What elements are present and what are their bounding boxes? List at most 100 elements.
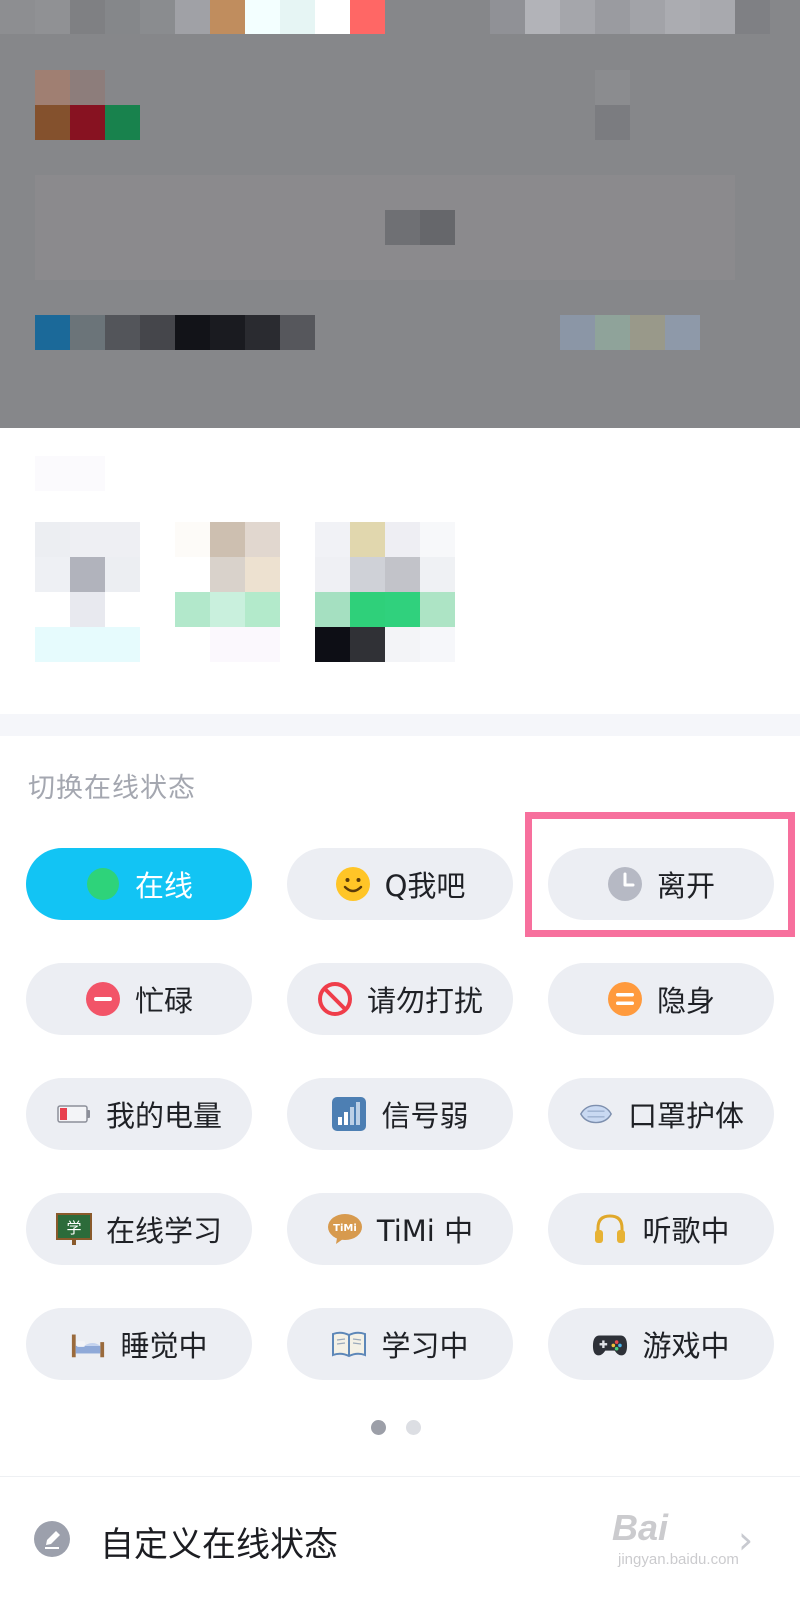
censored-block [315, 592, 350, 627]
censored-block [595, 315, 630, 350]
section-divider [0, 714, 800, 736]
status-chip-do-not-disturb[interactable]: 请勿打扰 [287, 963, 513, 1035]
status-chip-label: 口罩护体 [627, 1099, 744, 1133]
censored-block [560, 315, 595, 350]
status-chip-face-mask[interactable]: 口罩护体 [548, 1078, 774, 1150]
pager-dot[interactable] [406, 1420, 421, 1435]
minus-circle-icon [85, 981, 121, 1017]
status-chip-busy[interactable]: 忙碌 [26, 963, 252, 1035]
status-chip-online[interactable]: 在线 [26, 848, 252, 920]
censored-block [420, 557, 455, 592]
watermark-sub: jingyan.baidu.com [618, 1551, 739, 1568]
censored-block [350, 592, 385, 627]
headphones-icon [592, 1211, 628, 1247]
censored-block [560, 0, 595, 34]
bed-icon [70, 1326, 106, 1362]
status-chip-online-study[interactable]: 学 在线学习 [26, 1193, 252, 1265]
censored-block [210, 315, 245, 350]
censored-block [490, 0, 525, 34]
censored-avatar [105, 105, 140, 140]
censored-block [385, 627, 420, 662]
status-chip-label: 睡觉中 [120, 1329, 208, 1363]
status-chip-invisible[interactable]: 隐身 [548, 963, 774, 1035]
status-chip-label: 听歌中 [642, 1214, 730, 1248]
censored-block [420, 522, 455, 557]
censored-block [140, 315, 175, 350]
status-chip-label: 离开 [656, 869, 715, 903]
battery-icon [56, 1096, 92, 1132]
censored-block [595, 0, 630, 34]
status-chip-sleeping[interactable]: 睡觉中 [26, 1308, 252, 1380]
status-chip-label: 学习中 [381, 1329, 469, 1363]
censored-avatar [70, 70, 105, 105]
censored-block [385, 592, 420, 627]
face-mask-icon [578, 1096, 614, 1132]
censored-block [385, 210, 420, 245]
open-book-icon [331, 1326, 367, 1362]
censored-block [315, 522, 350, 557]
chevron-right-icon: › [738, 1518, 754, 1562]
hidden-circle-icon [607, 981, 643, 1017]
smiley-face-icon [335, 866, 371, 902]
status-chip-q-me[interactable]: Q我吧 [287, 848, 513, 920]
gamepad-icon [592, 1326, 628, 1362]
censored-block [105, 557, 140, 592]
status-chip-studying[interactable]: 学习中 [287, 1308, 513, 1380]
censored-block [35, 522, 70, 557]
pager-dot-active[interactable] [371, 1420, 386, 1435]
no-entry-icon [317, 981, 353, 1017]
dimmed-background [0, 0, 800, 428]
censored-block [420, 592, 455, 627]
censored-block [175, 522, 210, 557]
status-chip-label: TiMi 中 [376, 1214, 474, 1248]
status-chip-label: 在线 [134, 869, 193, 903]
status-chip-timi[interactable]: TiMi TiMi 中 [287, 1193, 513, 1265]
pencil-icon [34, 1521, 70, 1557]
custom-status-row[interactable]: 自定义在线状态 › Bai jingyan.baidu.com [0, 1477, 800, 1600]
censored-block [210, 627, 280, 662]
censored-block [665, 0, 700, 34]
censored-block [315, 627, 350, 662]
censored-block [280, 0, 315, 34]
censored-block [70, 0, 105, 34]
status-chip-label: 游戏中 [642, 1329, 730, 1363]
custom-status-label: 自定义在线状态 [100, 1525, 338, 1565]
censored-block [350, 522, 385, 557]
censored-block [35, 627, 140, 662]
censored-block [245, 315, 280, 350]
censored-block [35, 0, 70, 34]
status-chip-weak-signal[interactable]: 信号弱 [287, 1078, 513, 1150]
status-chip-label: 忙碌 [134, 984, 193, 1018]
censored-block [210, 557, 245, 592]
signal-bars-icon [331, 1096, 367, 1132]
status-chip-listening[interactable]: 听歌中 [548, 1193, 774, 1265]
censored-content-area [0, 428, 800, 714]
censored-block [70, 592, 105, 627]
status-chip-away[interactable]: 离开 [548, 848, 774, 920]
censored-block [210, 0, 245, 34]
censored-block [595, 70, 630, 105]
censored-block [630, 0, 665, 34]
online-dot-icon [85, 866, 121, 902]
svg-text:TiMi: TiMi [333, 1223, 357, 1234]
censored-block [210, 592, 245, 627]
status-chip-label: 在线学习 [105, 1214, 222, 1248]
censored-block [35, 456, 105, 491]
censored-block [0, 0, 35, 34]
censored-block [105, 315, 140, 350]
censored-block [70, 557, 105, 592]
clock-icon [607, 866, 643, 902]
section-title: 切换在线状态 [28, 773, 196, 804]
censored-block [35, 557, 70, 592]
censored-block [385, 557, 420, 592]
watermark: Bai jingyan.baidu.com [612, 1507, 739, 1568]
status-chip-label: 隐身 [656, 984, 715, 1018]
censored-block [735, 0, 770, 34]
censored-block [420, 627, 455, 662]
watermark-main: Bai [612, 1507, 669, 1548]
status-chip-gaming[interactable]: 游戏中 [548, 1308, 774, 1380]
censored-block [175, 592, 210, 627]
censored-block [350, 0, 385, 34]
timi-bubble-icon: TiMi [327, 1211, 363, 1247]
status-chip-my-battery[interactable]: 我的电量 [26, 1078, 252, 1150]
